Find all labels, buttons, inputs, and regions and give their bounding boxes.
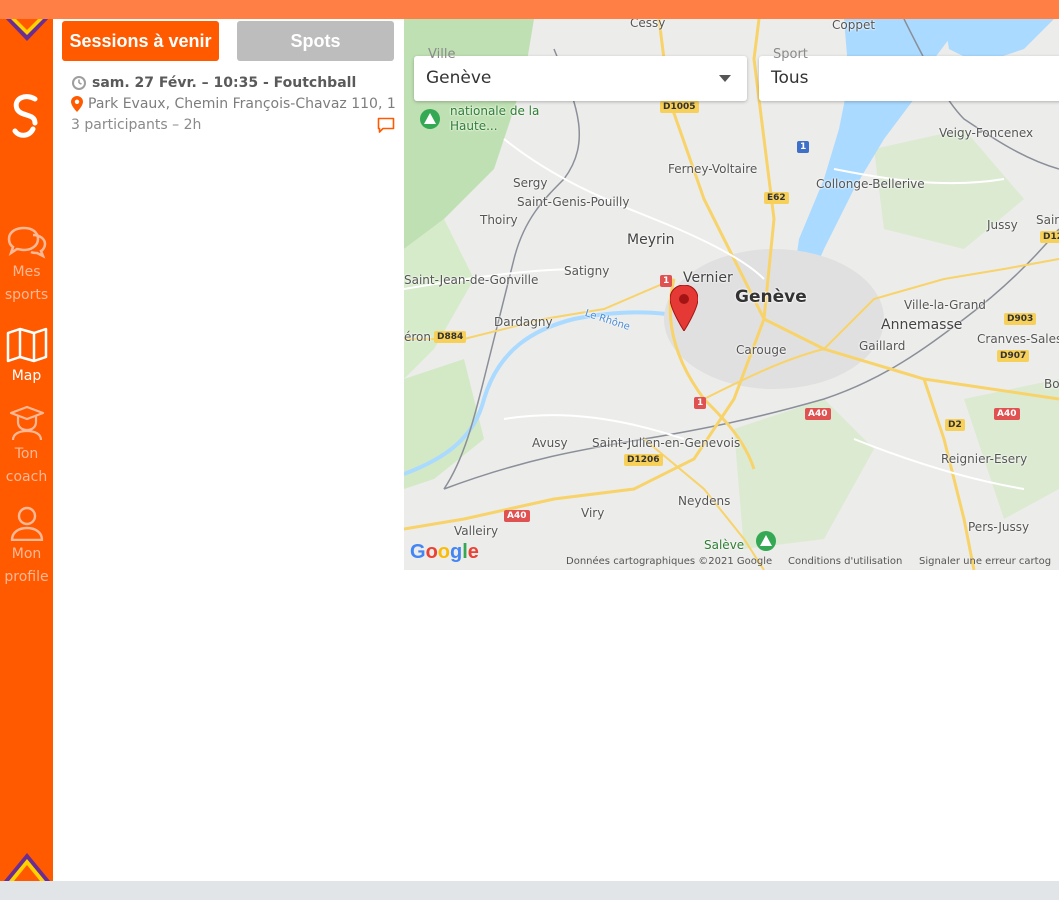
session-meta-row: 3 participants – 2h bbox=[71, 117, 201, 133]
user-icon bbox=[10, 506, 43, 541]
map-label: Dardagny bbox=[494, 315, 553, 329]
ville-label: Ville bbox=[428, 47, 456, 62]
map-label: Reignier-Esery bbox=[941, 452, 1028, 466]
road-shield: D907 bbox=[997, 350, 1030, 362]
map-attribution: Données cartographiques ©2021 Google bbox=[566, 556, 773, 567]
map-label: Ferney-Voltaire bbox=[668, 162, 758, 176]
map-label: Coppet bbox=[832, 19, 876, 32]
map-report-link[interactable]: Signaler une erreur cartog bbox=[919, 556, 1051, 567]
map-label: Collonge-Bellerive bbox=[816, 177, 925, 191]
chevron-down-icon bbox=[719, 75, 731, 82]
app-frame: Mes sports Map Ton coach Mon profile Ses… bbox=[0, 19, 1059, 881]
road-shield: A40 bbox=[994, 408, 1020, 420]
road-shield: D2 bbox=[945, 419, 965, 431]
map-pin-icon[interactable] bbox=[670, 285, 698, 331]
session-title-row: sam. 27 Févr. – 10:35 - Foutchball bbox=[71, 75, 356, 91]
map-label: éron bbox=[404, 330, 431, 344]
map-label-city: Genève bbox=[735, 287, 807, 307]
sidebar-item-label: Mon profile bbox=[4, 546, 49, 585]
coach-icon bbox=[9, 405, 44, 441]
sidebar-item-label: Mes sports bbox=[4, 264, 49, 303]
map-label: Neydens bbox=[678, 494, 731, 508]
road-shield: 1 bbox=[797, 141, 810, 153]
map-label: Satigny bbox=[564, 264, 610, 278]
map-label: Vernier bbox=[683, 270, 733, 286]
tab-label: Sessions à venir bbox=[69, 30, 212, 51]
road-shield: D903 bbox=[1004, 313, 1037, 325]
map-label: Valleiry bbox=[454, 524, 499, 538]
map-label: Veigy-Foncenex bbox=[939, 126, 1034, 140]
session-meta: 3 participants – 2h bbox=[71, 117, 202, 133]
sidebar-item-label: Ton coach bbox=[5, 446, 48, 485]
sidebar-item-mes-sports[interactable]: Mes sports bbox=[0, 225, 53, 307]
map-label: Saint-Genis-Pouilly bbox=[517, 195, 630, 209]
google-logo: Google bbox=[410, 541, 479, 563]
map-label: Viry bbox=[581, 506, 605, 520]
road-shield: A40 bbox=[504, 510, 530, 522]
location-pin-icon bbox=[71, 96, 83, 112]
session-address-row: Park Evaux, Chemin François-Chavaz 110, … bbox=[71, 96, 396, 112]
tab-spots[interactable]: Spots bbox=[237, 21, 394, 61]
session-title: sam. 27 Févr. – 10:35 - Foutchball bbox=[92, 75, 357, 91]
road-shield: A40 bbox=[805, 408, 831, 420]
top-accent-bar bbox=[0, 0, 1059, 19]
road-shield: 1 bbox=[694, 397, 707, 409]
sidebar-item-ton-coach[interactable]: Ton coach bbox=[0, 405, 53, 489]
map-label: Carouge bbox=[736, 343, 787, 357]
map-terms-link[interactable]: Conditions d'utilisation bbox=[788, 556, 902, 567]
sidebar-item-mon-profile[interactable]: Mon profile bbox=[0, 505, 53, 589]
road-shield: D884 bbox=[434, 331, 467, 343]
map-view[interactable]: Cessy Coppet naturelle nationale de la H… bbox=[404, 19, 1059, 570]
map-label: Ville-la-Grand bbox=[904, 298, 986, 312]
decor-triangle-bottom-icon bbox=[4, 853, 50, 881]
map-label: Saint bbox=[1036, 213, 1059, 227]
session-list-item[interactable]: sam. 27 Févr. – 10:35 - Foutchball Park … bbox=[71, 75, 404, 141]
map-label: Meyrin bbox=[627, 232, 675, 248]
sport-value: Tous bbox=[771, 68, 809, 88]
map-label: Sergy bbox=[513, 176, 548, 190]
tab-label: Spots bbox=[290, 30, 341, 51]
decor-triangle-top-icon bbox=[5, 19, 49, 41]
map-label: Saint-Jean-de-Gonville bbox=[404, 273, 539, 287]
map-label: Bo bbox=[1044, 377, 1059, 391]
tab-sessions-a-venir[interactable]: Sessions à venir bbox=[62, 21, 219, 61]
chat-icon[interactable] bbox=[377, 117, 395, 134]
sport-label: Sport bbox=[773, 47, 808, 62]
bottom-strip bbox=[0, 881, 1059, 900]
ville-value: Genève bbox=[426, 68, 492, 88]
clock-icon bbox=[72, 76, 86, 90]
map-icon bbox=[6, 327, 47, 363]
app-logo-icon[interactable] bbox=[9, 91, 43, 143]
road-shield: D12 bbox=[1040, 231, 1059, 243]
session-address: Park Evaux, Chemin François-Chavaz 110, … bbox=[88, 96, 396, 112]
map-label: Avusy bbox=[532, 436, 568, 450]
ville-select[interactable]: Ville Genève bbox=[414, 47, 747, 101]
map-label: Saint-Julien-en-Genevois bbox=[592, 436, 741, 450]
map-label: Cranves-Sales bbox=[977, 332, 1059, 346]
map-label: Pers-Jussy bbox=[968, 520, 1030, 534]
map-label: Jussy bbox=[987, 218, 1018, 232]
map-label: Gaillard bbox=[859, 339, 906, 353]
map-label: Cessy bbox=[630, 19, 666, 30]
road-shield: E62 bbox=[764, 192, 789, 204]
chat-bubbles-icon bbox=[7, 226, 46, 259]
road-shield: D1206 bbox=[624, 454, 663, 466]
map-label: Thoiry bbox=[480, 213, 518, 227]
map-label: Salève bbox=[704, 538, 745, 552]
road-shield: D1005 bbox=[660, 101, 699, 113]
sport-select[interactable]: Sport Tous bbox=[759, 47, 1059, 101]
sidebar-item-map[interactable]: Map bbox=[0, 327, 53, 388]
sidebar-item-label: Map bbox=[11, 368, 42, 384]
sidebar: Mes sports Map Ton coach Mon profile bbox=[0, 19, 53, 881]
map-label: Annemasse bbox=[881, 317, 963, 333]
